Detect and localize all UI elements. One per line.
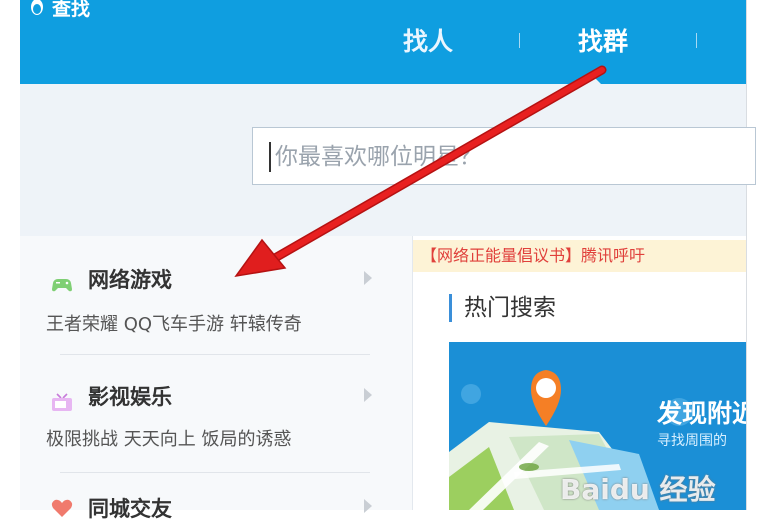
- category-title: 同城交友: [88, 497, 172, 521]
- notice-banner[interactable]: 【网络正能量倡议书】腾讯呼吁: [413, 240, 746, 272]
- category-subtitle: 极限挑战 天天向上 饭局的诱惑: [46, 429, 292, 450]
- chevron-right-icon: [364, 499, 372, 513]
- chevron-right-icon: [364, 388, 372, 402]
- heart-icon: [51, 499, 73, 517]
- category-item-local-friends[interactable]: 同城交友: [20, 473, 412, 521]
- search-area: 你最喜欢哪位明星？: [20, 84, 756, 236]
- hot-search-title: 热门搜索: [449, 294, 556, 322]
- app-title: 查找: [28, 0, 90, 21]
- qq-penguin-icon: [31, 0, 43, 15]
- search-placeholder: 你最喜欢哪位明星？: [275, 144, 482, 170]
- app-title-label: 查找: [52, 0, 91, 20]
- category-item-online-games[interactable]: 网络游戏 王者荣耀 QQ飞车手游 轩辕传奇: [20, 236, 412, 354]
- banner-title: 发现附近: [657, 399, 746, 428]
- tab-find-groups[interactable]: 找群: [578, 22, 628, 58]
- gamepad-icon: [52, 279, 72, 292]
- window-right-edge: [746, 0, 768, 510]
- search-input[interactable]: 你最喜欢哪位明星？: [252, 127, 756, 185]
- watermark: Baidu 经验: [560, 473, 716, 506]
- category-title: 网络游戏: [88, 268, 172, 292]
- category-item-entertainment[interactable]: 影视娱乐 极限挑战 天天向上 饭局的诱惑: [20, 355, 412, 473]
- tab-find-people[interactable]: 找人: [403, 22, 453, 58]
- tab-divider: [696, 33, 697, 48]
- tv-icon: [52, 393, 72, 411]
- tab-divider: [519, 33, 520, 48]
- header-bar: 查找 找人 找群: [20, 0, 746, 84]
- window-left-edge: [0, 0, 21, 510]
- banner-subtitle: 寻找周围的: [657, 433, 727, 449]
- category-title: 影视娱乐: [88, 385, 172, 409]
- category-subtitle: 王者荣耀 QQ飞车手游 轩辕传奇: [46, 314, 302, 335]
- text-cursor: [269, 142, 271, 172]
- active-tab-indicator: [579, 73, 601, 84]
- chevron-right-icon: [364, 271, 372, 285]
- category-list: 网络游戏 王者荣耀 QQ飞车手游 轩辕传奇 影视娱乐 极限挑战 天天向上 饭局的…: [20, 236, 413, 521]
